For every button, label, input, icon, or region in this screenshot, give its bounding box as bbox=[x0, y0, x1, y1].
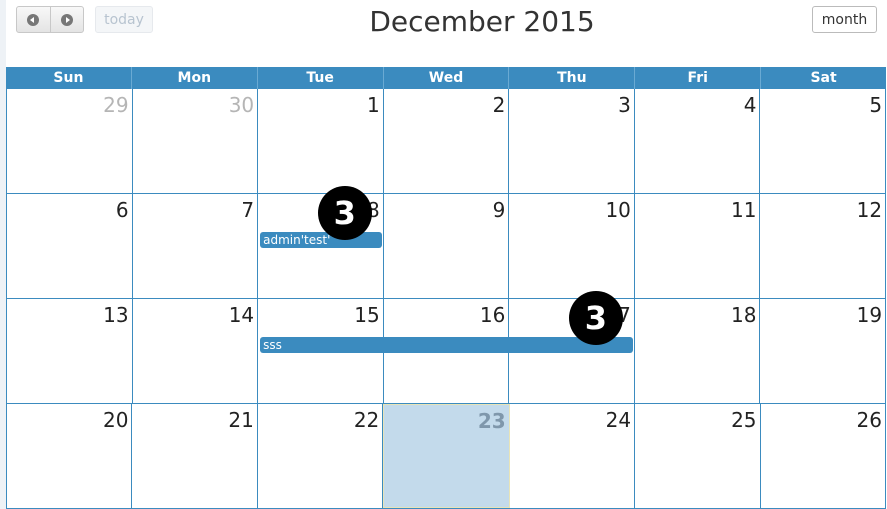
day-number: 15 bbox=[354, 303, 380, 327]
day-cell[interactable]: 2 bbox=[384, 89, 510, 193]
day-number: 2 bbox=[492, 93, 506, 117]
day-cell[interactable]: 1 bbox=[258, 89, 384, 193]
day-cell[interactable]: 18 bbox=[635, 299, 761, 403]
day-number: 20 bbox=[102, 408, 129, 432]
dow-tue: Tue bbox=[258, 67, 384, 89]
day-number: 1 bbox=[367, 93, 380, 117]
day-cell[interactable]: 25 bbox=[635, 404, 761, 508]
day-number: 24 bbox=[605, 408, 632, 432]
day-number: 25 bbox=[731, 408, 757, 432]
day-number: 6 bbox=[115, 198, 129, 222]
day-number: 21 bbox=[228, 408, 254, 432]
day-cell[interactable]: 6 bbox=[7, 194, 133, 298]
dow-mon: Mon bbox=[132, 67, 258, 89]
day-number: 14 bbox=[228, 303, 255, 327]
prev-icon bbox=[27, 13, 40, 26]
dow-thu: Thu bbox=[509, 67, 636, 89]
week-row: 29 30 1 2 3 4 5 bbox=[7, 89, 887, 194]
day-number: 18 bbox=[731, 303, 757, 327]
day-cell[interactable]: 22 bbox=[258, 404, 384, 508]
day-number: 12 bbox=[856, 198, 883, 222]
day-number: 22 bbox=[353, 408, 380, 432]
dow-wed: Wed bbox=[384, 67, 510, 89]
days-of-week-header: Sun Mon Tue Wed Thu Fri Sat bbox=[6, 67, 886, 89]
day-number: 10 bbox=[605, 198, 631, 222]
day-number: 29 bbox=[103, 93, 129, 117]
day-cell[interactable]: 20 bbox=[7, 404, 133, 508]
month-grid: 2930123456789101112131415161718192021222… bbox=[6, 89, 887, 509]
day-number: 11 bbox=[731, 198, 757, 222]
dow-fri: Fri bbox=[635, 67, 762, 89]
event-count-badge: 3 bbox=[568, 291, 623, 345]
week-row: 20 21 22 23 24 25 26 bbox=[7, 404, 886, 509]
day-cell[interactable]: 12 bbox=[760, 194, 887, 298]
calendar-toolbar: today December 2015 month bbox=[0, 0, 887, 60]
day-number: 3 bbox=[618, 93, 631, 117]
day-cell[interactable]: 13 bbox=[7, 299, 133, 403]
day-number: 9 bbox=[492, 198, 506, 222]
day-cell[interactable]: 14 bbox=[133, 299, 259, 403]
day-cell[interactable]: 29 bbox=[7, 89, 133, 193]
calendar-title: December 2015 bbox=[369, 5, 595, 38]
day-number: 5 bbox=[869, 93, 883, 117]
day-number: 19 bbox=[856, 303, 883, 327]
day-number: 23 bbox=[477, 409, 506, 433]
day-number: 4 bbox=[743, 93, 757, 117]
day-cell[interactable]: 11 bbox=[635, 194, 761, 298]
next-icon bbox=[60, 13, 73, 26]
day-number: 7 bbox=[241, 198, 255, 222]
day-cell[interactable]: 19 bbox=[760, 299, 887, 403]
day-cell[interactable]: 7 bbox=[133, 194, 259, 298]
day-number: 26 bbox=[856, 408, 882, 432]
next-month-button[interactable] bbox=[49, 7, 84, 32]
day-cell[interactable]: 10 bbox=[509, 194, 635, 298]
day-cell[interactable]: 24 bbox=[510, 404, 636, 508]
calendar-event[interactable]: sss bbox=[260, 337, 633, 353]
prev-next-button-group bbox=[16, 6, 84, 33]
week-row: 6 7 8 9 10 11 12 bbox=[7, 194, 887, 299]
day-cell[interactable]: 30 bbox=[133, 89, 259, 193]
dow-sat: Sat bbox=[810, 70, 837, 86]
dow-sun: Sun bbox=[6, 67, 132, 89]
day-cell[interactable]: 23 bbox=[383, 404, 510, 508]
month-view-button[interactable]: month bbox=[812, 6, 877, 33]
day-number: 30 bbox=[228, 93, 255, 117]
event-count-badge: 3 bbox=[317, 186, 372, 240]
day-cell[interactable]: 21 bbox=[132, 404, 258, 508]
day-number: 13 bbox=[103, 303, 129, 327]
day-cell[interactable]: 26 bbox=[761, 404, 886, 508]
day-cell[interactable]: 4 bbox=[635, 89, 761, 193]
day-number: 16 bbox=[479, 303, 506, 327]
prev-month-button[interactable] bbox=[17, 7, 50, 32]
today-button[interactable]: today bbox=[95, 6, 153, 33]
day-cell[interactable]: 9 bbox=[384, 194, 510, 298]
calendar-event[interactable]: admin'test' bbox=[260, 232, 382, 248]
day-cell[interactable]: 5 bbox=[760, 89, 887, 193]
day-cell[interactable]: 3 bbox=[509, 89, 635, 193]
